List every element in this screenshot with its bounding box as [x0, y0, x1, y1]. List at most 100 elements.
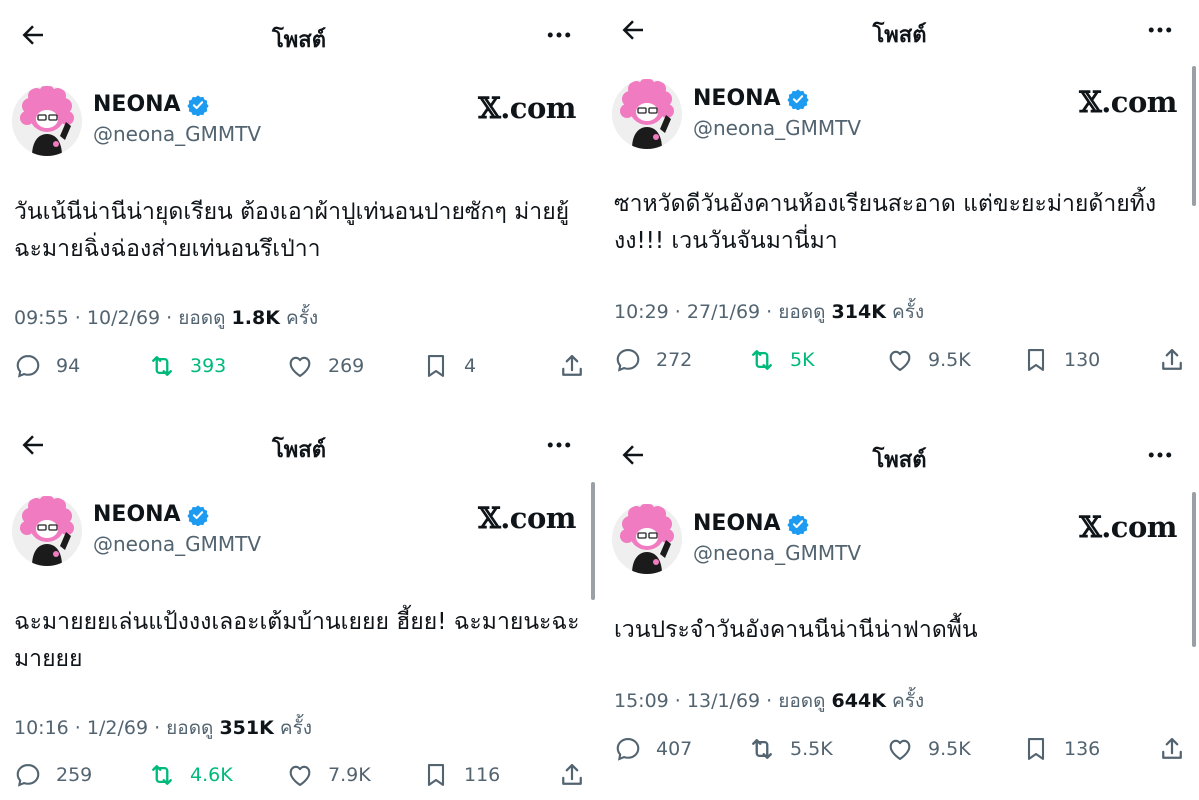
- reply-button[interactable]: 259: [14, 761, 92, 789]
- views-label: ยอดดู: [778, 301, 826, 323]
- views-label: ยอดดู: [778, 690, 826, 712]
- views-unit: ครั้ง: [285, 307, 319, 329]
- post-text: เวนประจำวันอังคานนีน่านีน่าฟาดพื้น: [614, 617, 978, 643]
- like-button[interactable]: 9.5K: [886, 346, 971, 374]
- post-date[interactable]: 13/1/69: [687, 690, 760, 712]
- reply-count: 407: [656, 738, 693, 760]
- share-button[interactable]: [1158, 735, 1186, 763]
- display-name[interactable]: NEONA: [693, 511, 809, 536]
- bookmark-button[interactable]: 4: [422, 352, 476, 380]
- scrollbar[interactable]: [591, 482, 595, 600]
- reply-button[interactable]: 407: [614, 735, 692, 763]
- views-label: ยอดดู: [178, 307, 226, 329]
- user-handle[interactable]: @neona_GMMTV: [693, 116, 861, 140]
- repost-icon: [148, 761, 176, 789]
- avatar[interactable]: [612, 79, 682, 149]
- repost-count: 4.6K: [190, 764, 233, 786]
- views-unit: ครั้ง: [279, 717, 313, 739]
- display-name[interactable]: NEONA: [93, 92, 209, 117]
- avatar[interactable]: [12, 496, 82, 566]
- share-icon: [1158, 735, 1186, 763]
- scrollbar[interactable]: [1192, 492, 1196, 647]
- more-options-icon[interactable]: [542, 20, 576, 50]
- like-button[interactable]: 7.9K: [286, 761, 371, 789]
- verified-badge-icon: [787, 88, 809, 110]
- bookmark-button[interactable]: 116: [422, 761, 500, 789]
- user-handle[interactable]: @neona_GMMTV: [93, 122, 261, 146]
- display-name[interactable]: NEONA: [93, 502, 209, 527]
- views-label: ยอดดู: [166, 717, 214, 739]
- share-button[interactable]: [558, 352, 586, 380]
- bookmark-count: 4: [464, 355, 477, 377]
- post-date[interactable]: 1/2/69: [87, 717, 148, 739]
- post-panel-1: โพสต์ NEONA @neona_GMMTV 𝕏.com วันเน้นีน…: [0, 0, 598, 400]
- page-title: โพสต์: [872, 23, 927, 48]
- action-bar: 272 5K 9.5K 130: [600, 346, 1199, 386]
- share-button[interactable]: [558, 761, 586, 789]
- post-time[interactable]: 09:55: [14, 307, 69, 329]
- share-icon: [1158, 346, 1186, 374]
- view-count: 351K: [219, 717, 274, 739]
- share-button[interactable]: [1158, 346, 1186, 374]
- repost-icon: [148, 352, 176, 380]
- user-handle[interactable]: @neona_GMMTV: [93, 532, 261, 556]
- bookmark-icon: [422, 352, 450, 380]
- reply-icon: [614, 735, 642, 763]
- repost-button[interactable]: 5.5K: [748, 735, 833, 763]
- repost-icon: [748, 346, 776, 374]
- top-bar: โพสต์: [600, 434, 1199, 474]
- like-button[interactable]: 269: [286, 352, 364, 380]
- verified-badge-icon: [187, 94, 209, 116]
- action-bar: 259 4.6K 7.9K 116: [0, 761, 598, 800]
- post-date[interactable]: 10/2/69: [87, 307, 160, 329]
- x-logo: 𝕏.com: [478, 91, 576, 125]
- avatar[interactable]: [612, 504, 682, 574]
- x-logo: 𝕏.com: [478, 501, 576, 535]
- avatar[interactable]: [12, 86, 82, 156]
- post-text: วันเน้นีน่านีน่ายุดเรียน ต้องเอาผ้าปูเท่…: [14, 199, 570, 262]
- post-meta: 10:16 · 1/2/69 · ยอดดู 351K ครั้ง: [14, 717, 313, 739]
- reply-button[interactable]: 94: [14, 352, 80, 380]
- views-unit: ครั้ง: [891, 301, 925, 323]
- post-date[interactable]: 27/1/69: [687, 301, 760, 323]
- more-options-icon[interactable]: [1143, 440, 1177, 470]
- bookmark-count: 130: [1064, 349, 1101, 371]
- user-handle[interactable]: @neona_GMMTV: [693, 541, 861, 565]
- like-count: 9.5K: [928, 738, 971, 760]
- top-bar: โพสต์: [600, 9, 1199, 49]
- repost-button[interactable]: 5K: [748, 346, 815, 374]
- post-time[interactable]: 10:16: [14, 717, 69, 739]
- like-icon: [286, 352, 314, 380]
- display-name-text: NEONA: [93, 92, 181, 117]
- display-name[interactable]: NEONA: [693, 86, 809, 111]
- reply-count: 259: [56, 764, 93, 786]
- repost-button[interactable]: 393: [148, 352, 226, 380]
- view-count: 1.8K: [231, 307, 280, 329]
- reply-button[interactable]: 272: [614, 346, 692, 374]
- reply-icon: [14, 352, 42, 380]
- x-logo: 𝕏.com: [1079, 85, 1177, 119]
- reply-icon: [14, 761, 42, 789]
- reply-count: 94: [56, 355, 81, 377]
- repost-button[interactable]: 4.6K: [148, 761, 233, 789]
- scrollbar[interactable]: [1192, 66, 1196, 206]
- repost-icon: [748, 735, 776, 763]
- bookmark-button[interactable]: 130: [1022, 346, 1100, 374]
- verified-badge-icon: [787, 513, 809, 535]
- display-name-text: NEONA: [693, 511, 781, 536]
- like-button[interactable]: 9.5K: [886, 735, 971, 763]
- view-count: 314K: [831, 301, 886, 323]
- page-title: โพสต์: [271, 28, 327, 53]
- bookmark-icon: [1022, 346, 1050, 374]
- share-icon: [558, 761, 586, 789]
- views-unit: ครั้ง: [891, 690, 925, 712]
- bookmark-button[interactable]: 136: [1022, 735, 1100, 763]
- bookmark-count: 116: [464, 764, 501, 786]
- more-options-icon[interactable]: [1143, 15, 1177, 45]
- like-count: 7.9K: [328, 764, 371, 786]
- reply-count: 272: [656, 349, 693, 371]
- post-time[interactable]: 10:29: [614, 301, 669, 323]
- more-options-icon[interactable]: [542, 430, 576, 460]
- post-time[interactable]: 15:09: [614, 690, 669, 712]
- like-icon: [286, 761, 314, 789]
